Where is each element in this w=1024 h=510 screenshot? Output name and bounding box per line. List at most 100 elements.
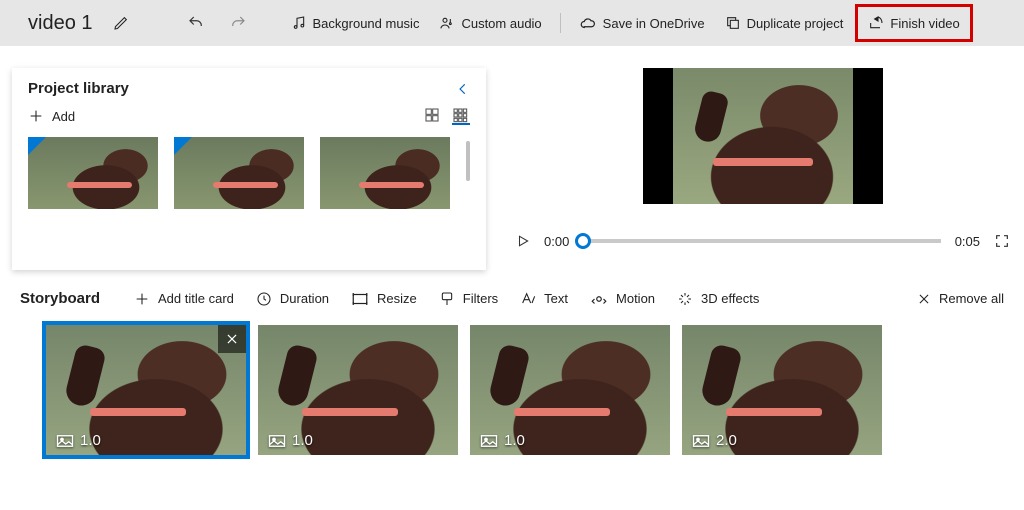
clip-duration: 1.0 <box>292 432 313 449</box>
undo-icon <box>187 14 205 32</box>
image-icon <box>480 434 498 448</box>
plus-icon <box>134 291 150 307</box>
library-scrollbar[interactable] <box>466 141 470 181</box>
storyboard-clips: 1.0 1.0 1.0 2.0 <box>20 325 1004 455</box>
clip-duration: 1.0 <box>80 432 101 449</box>
person-audio-icon <box>439 15 455 31</box>
fullscreen-button[interactable] <box>994 224 1010 258</box>
clip-footer: 1.0 <box>258 426 323 455</box>
motion-button[interactable]: Motion <box>590 291 655 306</box>
transport-bar: 0:00 0:05 <box>510 224 1016 258</box>
clock-icon <box>256 291 272 307</box>
storyboard-title: Storyboard <box>20 290 100 307</box>
redo-icon <box>229 14 247 32</box>
filters-button[interactable]: Filters <box>439 291 498 307</box>
storyboard-clip[interactable]: 1.0 <box>46 325 246 455</box>
current-time: 0:00 <box>544 234 569 249</box>
save-onedrive-label: Save in OneDrive <box>603 16 705 31</box>
duplicate-project-label: Duplicate project <box>747 16 844 31</box>
collapse-library-button[interactable] <box>456 82 470 96</box>
clip-footer: 2.0 <box>682 426 747 455</box>
project-title: video 1 <box>28 12 93 35</box>
filters-label: Filters <box>463 291 498 306</box>
add-media-button[interactable]: Add <box>28 108 75 124</box>
library-thumbnail[interactable] <box>320 137 450 209</box>
library-view-toggle <box>424 107 470 125</box>
project-library-panel: Project library Add <box>12 68 486 270</box>
storyboard-clip[interactable]: 2.0 <box>682 325 882 455</box>
storyboard-clip[interactable]: 1.0 <box>470 325 670 455</box>
image-icon <box>692 434 710 448</box>
remove-all-label: Remove all <box>939 291 1004 306</box>
storyboard-section: Storyboard Add title card Duration Resiz… <box>0 270 1024 455</box>
storyboard-clip[interactable]: 1.0 <box>258 325 458 455</box>
add-media-label: Add <box>52 109 75 124</box>
save-onedrive-button[interactable]: Save in OneDrive <box>571 6 713 40</box>
main-row: Project library Add <box>0 46 1024 270</box>
duplicate-project-button[interactable]: Duplicate project <box>717 6 852 40</box>
seek-bar[interactable] <box>583 239 940 243</box>
add-title-card-button[interactable]: Add title card <box>134 291 234 307</box>
image-icon <box>268 434 286 448</box>
library-thumbnail[interactable] <box>28 137 158 209</box>
view-large-grid-button[interactable] <box>424 107 442 125</box>
duration-label: Duration <box>280 291 329 306</box>
text-label: Text <box>544 291 568 306</box>
play-button[interactable] <box>516 224 530 258</box>
grid-3x3-icon <box>452 107 468 123</box>
sparkle-icon <box>677 291 693 307</box>
library-thumb-row <box>28 137 470 209</box>
background-music-button[interactable]: Background music <box>283 6 428 40</box>
background-music-label: Background music <box>313 16 420 31</box>
text-button[interactable]: Text <box>520 291 568 307</box>
cloud-icon <box>579 16 597 30</box>
clip-duration: 1.0 <box>504 432 525 449</box>
clip-footer: 1.0 <box>470 426 535 455</box>
redo-button[interactable] <box>219 6 257 40</box>
pencil-icon <box>113 15 129 31</box>
image-icon <box>56 434 74 448</box>
finish-video-label: Finish video <box>890 16 959 31</box>
total-time: 0:05 <box>955 234 980 249</box>
top-toolbar: video 1 Background music Custom audio Sa… <box>0 0 1024 46</box>
grid-2x2-icon <box>424 107 440 123</box>
seek-knob[interactable] <box>575 233 591 249</box>
preview-video[interactable] <box>643 68 883 204</box>
plus-icon <box>28 108 44 124</box>
play-icon <box>516 234 530 248</box>
library-thumbnail[interactable] <box>174 137 304 209</box>
resize-icon <box>351 292 369 306</box>
remove-clip-button[interactable] <box>218 325 246 353</box>
clip-footer: 1.0 <box>46 426 111 455</box>
toolbar-separator <box>560 13 561 33</box>
share-icon <box>868 15 884 31</box>
close-icon <box>225 332 239 346</box>
text-icon <box>520 291 536 307</box>
duration-button[interactable]: Duration <box>256 291 329 307</box>
chevron-left-icon <box>456 82 470 96</box>
preview-pane: 0:00 0:05 <box>486 46 1024 270</box>
rename-button[interactable] <box>103 6 139 40</box>
resize-label: Resize <box>377 291 417 306</box>
custom-audio-label: Custom audio <box>461 16 541 31</box>
motion-label: Motion <box>616 291 655 306</box>
music-note-icon <box>291 15 307 31</box>
3d-effects-button[interactable]: 3D effects <box>677 291 759 307</box>
undo-button[interactable] <box>177 6 215 40</box>
custom-audio-button[interactable]: Custom audio <box>431 6 549 40</box>
project-library-title: Project library <box>28 80 129 97</box>
duplicate-icon <box>725 15 741 31</box>
fullscreen-icon <box>994 233 1010 249</box>
finish-video-highlight: Finish video <box>855 4 972 42</box>
finish-video-button[interactable]: Finish video <box>860 6 967 40</box>
add-title-card-label: Add title card <box>158 291 234 306</box>
3d-effects-label: 3D effects <box>701 291 759 306</box>
resize-button[interactable]: Resize <box>351 291 417 306</box>
remove-all-button[interactable]: Remove all <box>917 291 1004 306</box>
close-icon <box>917 292 931 306</box>
clip-duration: 2.0 <box>716 432 737 449</box>
filters-icon <box>439 291 455 307</box>
motion-icon <box>590 292 608 306</box>
storyboard-toolbar: Storyboard Add title card Duration Resiz… <box>20 290 1004 307</box>
view-small-grid-button[interactable] <box>452 107 470 125</box>
